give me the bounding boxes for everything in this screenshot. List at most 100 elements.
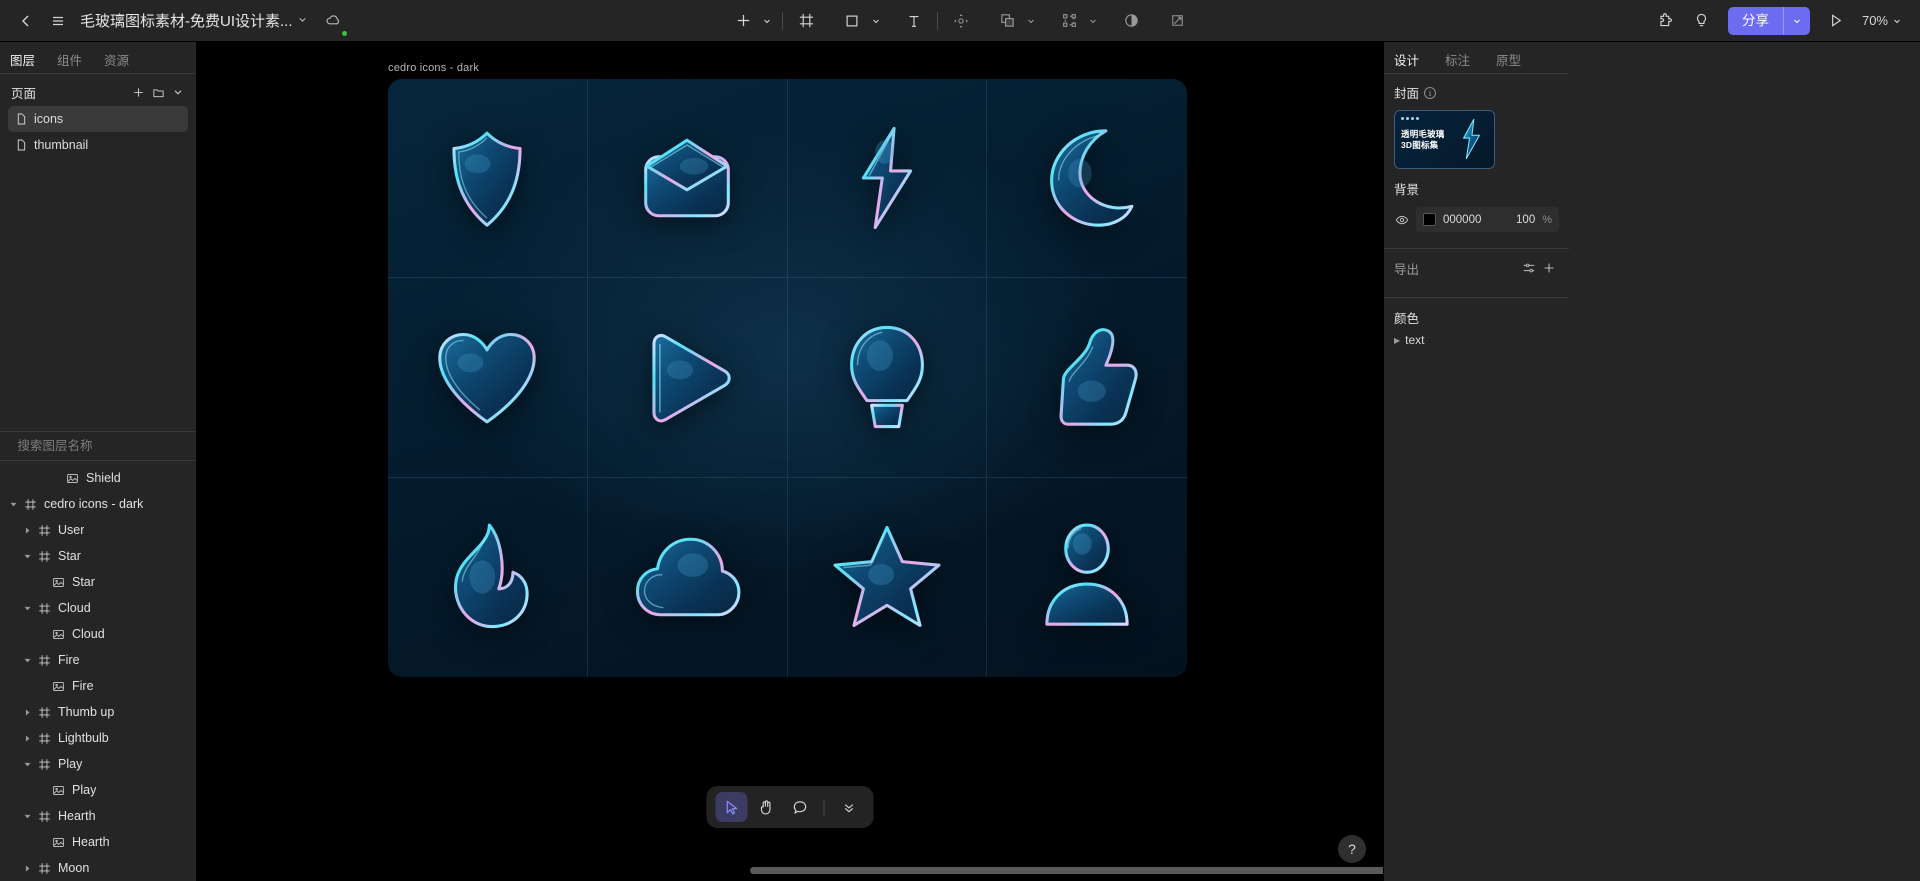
layer-row[interactable]: Lightbulb [0, 725, 196, 751]
boolean-tool[interactable] [991, 5, 1023, 37]
zoom-control[interactable]: 70% [1856, 13, 1908, 28]
grid-cell[interactable] [787, 79, 988, 279]
collapse-pages-chevron-down-icon[interactable] [168, 82, 188, 102]
layer-chevron-right-icon[interactable] [20, 527, 34, 534]
layer-chevron-right-icon[interactable] [20, 735, 34, 742]
layer-chevron-down-icon[interactable] [20, 605, 34, 612]
mail-glass-icon[interactable] [628, 119, 746, 237]
layer-row[interactable]: Thumb up [0, 699, 196, 725]
cloud-glass-icon[interactable] [628, 518, 746, 636]
opacity-value[interactable]: 100 [1516, 214, 1535, 226]
text-tool[interactable] [898, 5, 930, 37]
tab-components[interactable]: 组件 [57, 50, 82, 69]
main-menu-button[interactable] [42, 5, 74, 37]
shape-tool-chevron-down-icon[interactable] [868, 5, 884, 37]
layer-row[interactable]: Star [0, 543, 196, 569]
sliders-icon[interactable] [1519, 258, 1539, 278]
add-tool[interactable] [727, 5, 759, 37]
shield-glass-icon[interactable] [428, 119, 546, 237]
layer-row[interactable]: User [0, 517, 196, 543]
user-glass-icon[interactable] [1028, 518, 1146, 636]
add-export-button[interactable] [1539, 258, 1559, 278]
comment-tool[interactable] [784, 792, 816, 822]
select-tool[interactable] [715, 792, 748, 822]
share-button[interactable]: 分享 [1727, 6, 1810, 35]
contrast-tool[interactable] [1115, 5, 1147, 37]
play-glass-icon[interactable] [628, 318, 746, 436]
layer-chevron-down-icon[interactable] [20, 657, 34, 664]
back-button[interactable] [10, 5, 42, 37]
color-swatch[interactable] [1423, 213, 1436, 226]
layer-row[interactable]: Fire [0, 647, 196, 673]
layer-row[interactable]: Moon [0, 855, 196, 881]
layer-row[interactable]: Play [0, 751, 196, 777]
tab-assets[interactable]: 资源 [104, 50, 129, 69]
lightbulb-glass-icon[interactable] [828, 318, 946, 436]
layer-chevron-down-icon[interactable] [20, 761, 34, 768]
frame-tool[interactable] [790, 5, 822, 37]
tab-prototype[interactable]: 原型 [1496, 50, 1521, 69]
grid-cell[interactable] [388, 477, 588, 677]
bolt-glass-icon[interactable] [828, 119, 946, 237]
more-tools[interactable] [833, 792, 865, 822]
share-chevron-down-icon[interactable] [1784, 7, 1810, 35]
layer-row[interactable]: Shield [0, 465, 196, 491]
eye-icon[interactable] [1394, 213, 1410, 227]
document-title-chevron-down-icon[interactable] [297, 12, 308, 30]
tab-annotate[interactable]: 标注 [1445, 50, 1470, 69]
background-color-input[interactable]: 000000 100 % [1416, 207, 1559, 232]
layer-row[interactable]: Play [0, 777, 196, 803]
boolean-tool-chevron-down-icon[interactable] [1023, 5, 1039, 37]
grid-cell[interactable] [788, 477, 988, 677]
tab-design[interactable]: 设计 [1394, 50, 1419, 69]
layer-row[interactable]: Cloud [0, 595, 196, 621]
puzzle-plugin-icon[interactable] [1650, 5, 1682, 37]
slice-tool[interactable] [1161, 5, 1193, 37]
thumbup-glass-icon[interactable] [1028, 318, 1146, 436]
layer-chevron-down-icon[interactable] [6, 501, 20, 508]
new-folder-button[interactable] [148, 82, 168, 102]
transform-tool[interactable] [945, 5, 977, 37]
grid-cell[interactable] [388, 79, 588, 279]
cloud-sync-icon[interactable] [322, 5, 347, 37]
tab-layers[interactable]: 图层 [10, 50, 35, 69]
grid-cell[interactable] [587, 79, 788, 279]
layer-row[interactable]: cedro icons - dark [0, 491, 196, 517]
layer-row[interactable]: Fire [0, 673, 196, 699]
layer-chevron-down-icon[interactable] [20, 553, 34, 560]
layer-row[interactable]: Cloud [0, 621, 196, 647]
grid-cell[interactable] [987, 478, 1187, 677]
add-page-button[interactable] [128, 82, 148, 102]
heart-glass-icon[interactable] [428, 318, 546, 436]
add-tool-chevron-down-icon[interactable] [759, 5, 775, 37]
grid-cell[interactable] [388, 278, 588, 478]
info-circle-icon[interactable]: i [1424, 86, 1437, 99]
color-style-text[interactable]: ▶ text [1384, 329, 1569, 351]
canvas-horizontal-scrollbar[interactable] [750, 867, 1383, 874]
shape-tool[interactable] [836, 5, 868, 37]
layer-row[interactable]: Star [0, 569, 196, 595]
page-item-icons[interactable]: icons [8, 106, 188, 132]
layer-row[interactable]: Hearth [0, 803, 196, 829]
layer-chevron-right-icon[interactable] [20, 865, 34, 872]
frame-label[interactable]: cedro icons - dark [388, 62, 479, 74]
search-input[interactable] [17, 439, 179, 453]
present-button[interactable] [1820, 5, 1852, 37]
grid-cell[interactable] [588, 477, 788, 677]
layer-search-row[interactable] [0, 431, 196, 461]
lightbulb-idea-icon[interactable] [1686, 5, 1718, 37]
help-button[interactable]: ? [1338, 835, 1366, 863]
cover-thumbnail[interactable]: 透明毛玻璃 3D图标集 [1394, 110, 1495, 169]
layer-chevron-right-icon[interactable] [20, 709, 34, 716]
mask-tool-chevron-down-icon[interactable] [1085, 5, 1101, 37]
fire-glass-icon[interactable] [428, 518, 546, 636]
layer-row[interactable]: Hearth [0, 829, 196, 855]
chevron-right-icon[interactable]: ▶ [1394, 336, 1400, 345]
moon-glass-icon[interactable] [1028, 119, 1146, 237]
hand-tool[interactable] [750, 792, 782, 822]
mask-tool[interactable] [1053, 5, 1085, 37]
page-item-thumbnail[interactable]: thumbnail [8, 132, 188, 158]
canvas-area[interactable]: cedro icons - dark ? [197, 42, 1383, 881]
grid-cell[interactable] [587, 278, 788, 478]
grid-cell[interactable] [987, 79, 1187, 279]
